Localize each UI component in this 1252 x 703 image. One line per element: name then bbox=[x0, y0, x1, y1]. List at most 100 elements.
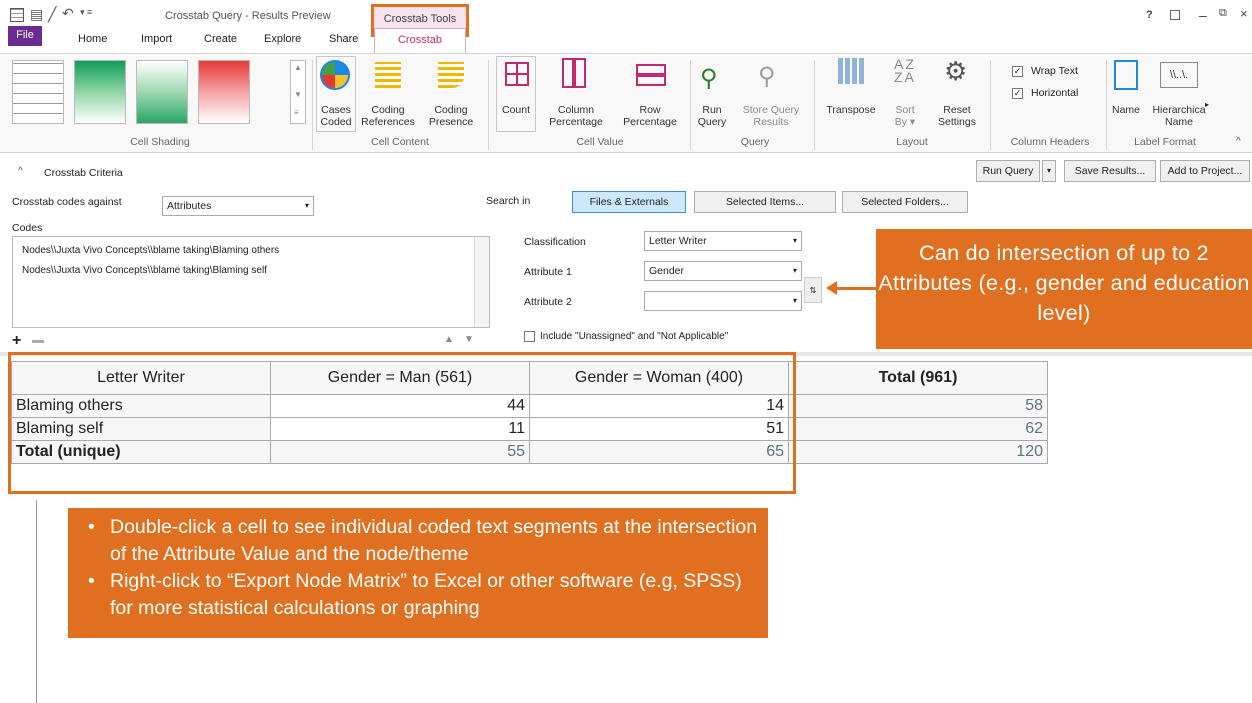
name-format-icon[interactable] bbox=[1114, 60, 1138, 90]
count-icon bbox=[505, 62, 529, 86]
tab-import[interactable]: Import bbox=[141, 33, 172, 45]
add-to-project-button[interactable]: Add to Project... bbox=[1160, 160, 1250, 182]
column-header[interactable]: Total (961) bbox=[788, 361, 1048, 395]
hierarchical-name-label-2[interactable]: Name bbox=[1150, 116, 1208, 128]
coding-presence-icon[interactable] bbox=[438, 62, 464, 88]
sort-by-icon[interactable]: AZ ZA bbox=[894, 57, 916, 84]
ribbon-more-icon[interactable]: ▸ bbox=[1205, 100, 1209, 109]
move-down-icon[interactable]: ▼ bbox=[464, 334, 474, 345]
crosstab-against-select[interactable]: Attributes ▾ bbox=[162, 196, 314, 216]
coding-presence-label-1[interactable]: Coding bbox=[424, 104, 478, 116]
include-unassigned-label: Include "Unassigned" and "Not Applicable… bbox=[540, 331, 729, 342]
store-query-results-label-2[interactable]: Results bbox=[738, 116, 804, 128]
attribute2-select[interactable]: ▾ bbox=[644, 291, 802, 311]
move-up-icon[interactable]: ▲ bbox=[444, 334, 454, 345]
tips-callout: • Double-click a cell to see individual c… bbox=[68, 508, 768, 638]
gallery-more-icon[interactable]: ≡ bbox=[294, 108, 299, 117]
column-percentage-label-1[interactable]: Column bbox=[548, 104, 604, 116]
run-query-dropdown[interactable]: ▾ bbox=[1042, 160, 1056, 182]
save-icon[interactable]: ▤ bbox=[30, 6, 43, 23]
transpose-icon[interactable] bbox=[838, 58, 864, 84]
tab-home[interactable]: Home bbox=[78, 33, 107, 45]
tab-crosstab-label: Crosstab bbox=[397, 34, 443, 46]
tab-create[interactable]: Create bbox=[204, 33, 237, 45]
run-query-label-2[interactable]: Query bbox=[694, 116, 730, 128]
coding-references-label-1[interactable]: Coding bbox=[360, 104, 416, 116]
group-cell-value: Cell Value bbox=[576, 136, 624, 148]
files-externals-button[interactable]: Files & Externals bbox=[572, 191, 686, 213]
run-query-icon[interactable]: ⚲ bbox=[700, 64, 718, 93]
row-percentage-icon[interactable] bbox=[636, 64, 666, 86]
undo-icon[interactable]: ↶ bbox=[62, 5, 74, 22]
chevron-down-icon: ▾ bbox=[304, 201, 309, 210]
row-percentage-label-2[interactable]: Percentage bbox=[618, 116, 682, 128]
grid-cell-total[interactable]: 58 bbox=[788, 394, 1048, 418]
tip-text: Double-click a cell to see individual co… bbox=[110, 516, 758, 565]
hierarchical-name-label-1[interactable]: Hierarchica bbox=[1150, 104, 1208, 116]
classification-select[interactable]: Letter Writer ▾ bbox=[644, 231, 802, 251]
column-percentage-label-2[interactable]: Percentage bbox=[544, 116, 608, 128]
include-unassigned-checkbox[interactable] bbox=[524, 331, 535, 342]
grid-cell-total[interactable]: 62 bbox=[788, 417, 1048, 441]
reset-settings-label-2[interactable]: Settings bbox=[932, 116, 982, 128]
tab-explore[interactable]: Explore bbox=[264, 33, 301, 45]
code-item[interactable]: Nodes\\Juxta Vivo Concepts\\blame taking… bbox=[22, 245, 279, 256]
horizontal-checkbox[interactable]: ✓ bbox=[1012, 88, 1023, 99]
store-query-results-icon[interactable]: ⚲ bbox=[758, 62, 776, 91]
codes-scrollbar[interactable] bbox=[474, 237, 489, 327]
classification-value: Letter Writer bbox=[649, 235, 707, 247]
selected-items-button[interactable]: Selected Items... bbox=[694, 191, 836, 213]
callout-arrow-head bbox=[826, 281, 837, 295]
shading-style-none[interactable] bbox=[12, 60, 64, 124]
run-query-button[interactable]: Run Query bbox=[976, 160, 1040, 182]
coding-references-icon[interactable] bbox=[375, 62, 401, 88]
collapse-ribbon-icon[interactable]: ^ bbox=[1236, 136, 1241, 147]
remove-code-icon[interactable] bbox=[32, 340, 44, 343]
shading-style-red[interactable] bbox=[198, 60, 250, 124]
tab-share[interactable]: Share bbox=[329, 33, 358, 45]
ribbon-options-icon[interactable] bbox=[1170, 10, 1180, 20]
run-query-label-1[interactable]: Run bbox=[696, 104, 728, 116]
code-item[interactable]: Nodes\\Juxta Vivo Concepts\\blame taking… bbox=[22, 265, 267, 276]
save-results-button[interactable]: Save Results... bbox=[1064, 160, 1156, 182]
criteria-collapse-icon[interactable]: ^ bbox=[18, 166, 23, 177]
coding-references-label-2[interactable]: References bbox=[358, 116, 418, 128]
selected-folders-button[interactable]: Selected Folders... bbox=[842, 191, 968, 213]
reset-settings-label-1[interactable]: Reset bbox=[932, 104, 982, 116]
sort-by-label-2[interactable]: By ▾ bbox=[888, 116, 922, 128]
hierarchical-name-icon[interactable]: \\..\. bbox=[1160, 62, 1198, 88]
gallery-up-icon[interactable]: ▲ bbox=[294, 63, 302, 72]
group-query: Query bbox=[740, 136, 770, 148]
group-cell-shading: Cell Shading bbox=[130, 136, 190, 148]
edit-icon[interactable]: ╱ bbox=[48, 6, 56, 23]
name-format-label[interactable]: Name bbox=[1106, 104, 1146, 116]
grid-highlight-box bbox=[8, 352, 796, 494]
transpose-label[interactable]: Transpose bbox=[822, 104, 880, 116]
search-in-label: Search in bbox=[486, 195, 531, 207]
add-code-icon[interactable]: + bbox=[12, 332, 21, 350]
grid-cell-total[interactable]: 120 bbox=[788, 440, 1048, 464]
criteria-header[interactable]: Crosstab Criteria bbox=[44, 167, 123, 179]
restore-button[interactable]: ⧉ bbox=[1219, 7, 1227, 20]
gallery-down-icon[interactable]: ▼ bbox=[294, 90, 302, 99]
shading-style-green-light[interactable] bbox=[136, 60, 188, 124]
chevron-down-icon: ▾ bbox=[792, 266, 797, 275]
sort-by-label-1[interactable]: Sort bbox=[888, 104, 922, 116]
crosstab-against-label: Crosstab codes against bbox=[12, 196, 122, 208]
shading-style-green-dark[interactable] bbox=[74, 60, 126, 124]
wrap-text-checkbox[interactable]: ✓ bbox=[1012, 66, 1023, 77]
minimize-button[interactable]: – bbox=[1199, 7, 1207, 23]
reset-settings-icon[interactable]: ⚙ bbox=[944, 56, 967, 87]
close-button[interactable]: × bbox=[1240, 6, 1248, 21]
horizontal-label: Horizontal bbox=[1031, 87, 1079, 99]
store-query-results-label-1[interactable]: Store Query bbox=[738, 104, 804, 116]
attribute1-label: Attribute 1 bbox=[524, 266, 572, 278]
attribute1-select[interactable]: Gender ▾ bbox=[644, 261, 802, 281]
help-icon[interactable]: ? bbox=[1146, 9, 1153, 21]
group-layout: Layout bbox=[896, 136, 928, 148]
quick-access-dropdown-icon[interactable]: ▾ ≡ bbox=[80, 7, 92, 18]
row-percentage-label-1[interactable]: Row bbox=[618, 104, 682, 116]
coding-presence-label-2[interactable]: Presence bbox=[424, 116, 478, 128]
column-percentage-icon[interactable] bbox=[562, 58, 586, 88]
swap-attributes-icon[interactable]: ⇅ bbox=[804, 277, 822, 303]
